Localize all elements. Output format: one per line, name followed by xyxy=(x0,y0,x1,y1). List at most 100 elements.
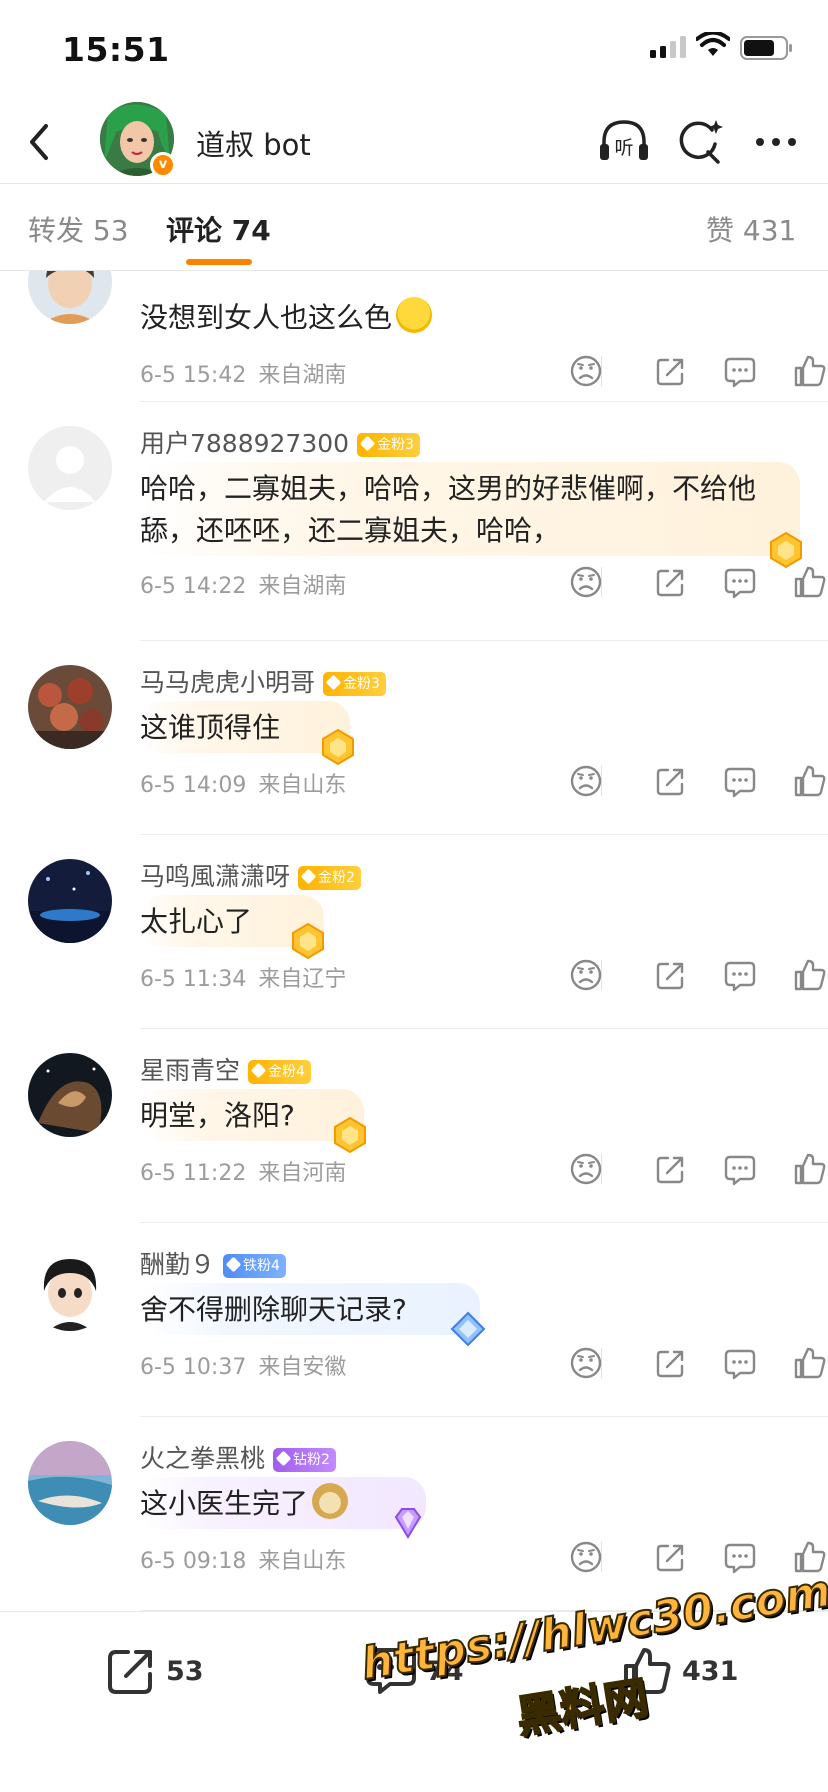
comment-item: 用户7888927300 金粉3 哈哈，二寡姐夫，哈哈，这男的好悲催啊，不给他舔，… xyxy=(0,402,828,641)
share-button-share-icon[interactable] xyxy=(652,763,688,799)
comment-item: 没想到女人也这么色 6-5 15:42 来自湖南 xyxy=(0,271,828,402)
like-button-like-icon[interactable] xyxy=(792,763,828,799)
avatar-image xyxy=(28,271,112,324)
reply-button-reply-icon[interactable] xyxy=(722,763,758,799)
comment-location: 来自湖南 xyxy=(258,363,347,388)
fan-badge-label: 钻粉2 xyxy=(293,1452,330,1468)
comment-text: 哈哈，二寡姐夫，哈哈，这男的好悲催啊，不给他舔，还呸呸，还二寡姐夫，哈哈， xyxy=(140,472,757,547)
thumbs-up-icon xyxy=(624,1648,671,1694)
like-button-like-icon[interactable] xyxy=(792,1345,828,1381)
tab-likes[interactable]: 赞 431 xyxy=(706,209,796,249)
comment-count: 74 xyxy=(426,1656,464,1687)
commenter-avatar[interactable] xyxy=(28,1441,112,1525)
share-button-share-icon[interactable] xyxy=(652,1345,688,1381)
dislike-button-dislike-face-icon[interactable] xyxy=(568,1151,604,1187)
avatar-image xyxy=(28,1053,112,1137)
bottom-comment-button[interactable]: 74 xyxy=(364,1644,484,1704)
share-button-share-icon[interactable] xyxy=(652,564,688,600)
tab-comments[interactable]: 评论 74 xyxy=(166,209,271,249)
like-count: 431 xyxy=(682,1656,739,1687)
more-options-icon[interactable] xyxy=(748,114,804,170)
signal-icon xyxy=(650,36,686,58)
comment-text: 这小医生完了 xyxy=(140,1483,800,1525)
reply-button-reply-icon[interactable] xyxy=(722,1151,758,1187)
reply-button-reply-icon[interactable] xyxy=(722,564,758,600)
comment-time: 6-5 10:37 xyxy=(140,1355,247,1380)
like-button-like-icon[interactable] xyxy=(792,353,828,389)
commenter-avatar[interactable] xyxy=(28,665,112,749)
comment-time: 6-5 15:42 xyxy=(140,363,247,388)
fan-badge[interactable]: 金粉2 xyxy=(298,866,361,890)
reply-button-reply-icon[interactable] xyxy=(722,1539,758,1575)
reply-button-reply-icon[interactable] xyxy=(722,1345,758,1381)
doge-emoji-icon xyxy=(312,1483,349,1519)
fan-badge[interactable]: 金粉3 xyxy=(323,672,386,696)
dislike-button-dislike-face-icon[interactable] xyxy=(568,763,604,799)
comment-item: 马鸣風潇潇呀 金粉2 太扎心了 6-5 11:34 来自辽宁 xyxy=(0,835,828,1029)
author-name[interactable]: 道叔 bot xyxy=(196,122,311,164)
like-button-like-icon[interactable] xyxy=(792,1151,828,1187)
search-icon[interactable] xyxy=(672,114,728,170)
fan-badge-label: 金粉3 xyxy=(377,437,414,453)
commenter-name[interactable]: 马马虎虎小明哥 xyxy=(140,668,315,697)
share-button-share-icon[interactable] xyxy=(652,1151,688,1187)
gold-fan-medal-icon xyxy=(322,728,354,766)
dislike-button-dislike-face-icon[interactable] xyxy=(568,1345,604,1381)
like-button-like-icon[interactable] xyxy=(792,1539,828,1575)
diamond-fan-medal-icon xyxy=(394,1508,422,1539)
comment-location: 来自辽宁 xyxy=(258,967,347,992)
comment-item: 火之拳黑桃 钻粉2 这小医生完了 6-5 09:18 来自山东 xyxy=(0,1417,828,1611)
commenter-avatar[interactable] xyxy=(28,426,112,510)
dislike-button-dislike-face-icon[interactable] xyxy=(568,564,604,600)
listen-headphones-icon[interactable]: 听 xyxy=(596,114,652,170)
comment-item: 马马虎虎小明哥 金粉3 这谁顶得住 6-5 14:09 来自山东 xyxy=(0,641,828,835)
bottom-repost-button[interactable]: 53 xyxy=(104,1644,224,1704)
avatar-image xyxy=(28,665,112,749)
status-bar: 15:51 xyxy=(0,0,828,100)
dislike-button-dislike-face-icon[interactable] xyxy=(568,957,604,993)
commenter-name[interactable]: 用户7888927300 xyxy=(140,429,349,458)
commenter-name[interactable]: 星雨青空 xyxy=(140,1056,240,1085)
comment-location: 来自河南 xyxy=(258,1161,347,1186)
avatar-image xyxy=(28,1247,112,1331)
commenter-avatar[interactable] xyxy=(28,859,112,943)
fan-badge[interactable]: 钻粉2 xyxy=(273,1448,336,1472)
comment-meta: 6-5 14:22 来自湖南 xyxy=(140,568,346,600)
commenter-name-row: 星雨青空 金粉4 xyxy=(140,1051,311,1087)
reply-button-reply-icon[interactable] xyxy=(722,353,758,389)
bottom-like-button[interactable]: 431 xyxy=(620,1644,750,1704)
commenter-name[interactable]: 马鸣風潇潇呀 xyxy=(140,862,290,891)
comment-location: 来自湖南 xyxy=(258,574,347,599)
comment-text: 明堂，洛阳? xyxy=(140,1099,295,1132)
fan-badge[interactable]: 金粉4 xyxy=(248,1060,311,1084)
detail-tabs: 转发 53 评论 74 赞 431 xyxy=(0,185,828,271)
comment-time: 6-5 09:18 xyxy=(140,1549,247,1574)
comment-meta: 6-5 10:37 来自安徽 xyxy=(140,1349,346,1381)
dislike-button-dislike-face-icon[interactable] xyxy=(568,1539,604,1575)
gold-fan-medal-icon xyxy=(292,922,324,960)
dislike-button-dislike-face-icon[interactable] xyxy=(568,353,604,389)
reply-button-reply-icon[interactable] xyxy=(722,957,758,993)
share-button-share-icon[interactable] xyxy=(652,353,688,389)
like-button-like-icon[interactable] xyxy=(792,564,828,600)
commenter-avatar[interactable] xyxy=(28,271,112,324)
fan-badge[interactable]: 铁粉4 xyxy=(223,1254,286,1278)
comment-time: 6-5 14:22 xyxy=(140,574,247,599)
share-button-share-icon[interactable] xyxy=(652,1539,688,1575)
commenter-avatar[interactable] xyxy=(28,1053,112,1137)
share-button-share-icon[interactable] xyxy=(652,957,688,993)
tab-repost[interactable]: 转发 53 xyxy=(28,209,129,249)
comment-list[interactable]: 没想到女人也这么色 6-5 15:42 来自湖南 用户7888927300 金粉3 … xyxy=(0,271,828,1611)
fan-badge-label: 金粉3 xyxy=(343,676,380,692)
commenter-name[interactable]: 火之拳黑桃 xyxy=(140,1444,265,1473)
commenter-avatar[interactable] xyxy=(28,1247,112,1331)
repost-icon xyxy=(108,1650,152,1694)
back-arrow-icon[interactable] xyxy=(20,118,60,166)
avatar-image xyxy=(28,1441,112,1525)
comment-time: 6-5 14:09 xyxy=(140,773,247,798)
battery-icon xyxy=(740,36,792,60)
like-button-like-icon[interactable] xyxy=(792,957,828,993)
bottom-action-bar: 53 74 431 xyxy=(0,1611,828,1792)
commenter-name[interactable]: 酬勤９ xyxy=(140,1250,215,1279)
fan-badge[interactable]: 金粉3 xyxy=(357,433,420,457)
